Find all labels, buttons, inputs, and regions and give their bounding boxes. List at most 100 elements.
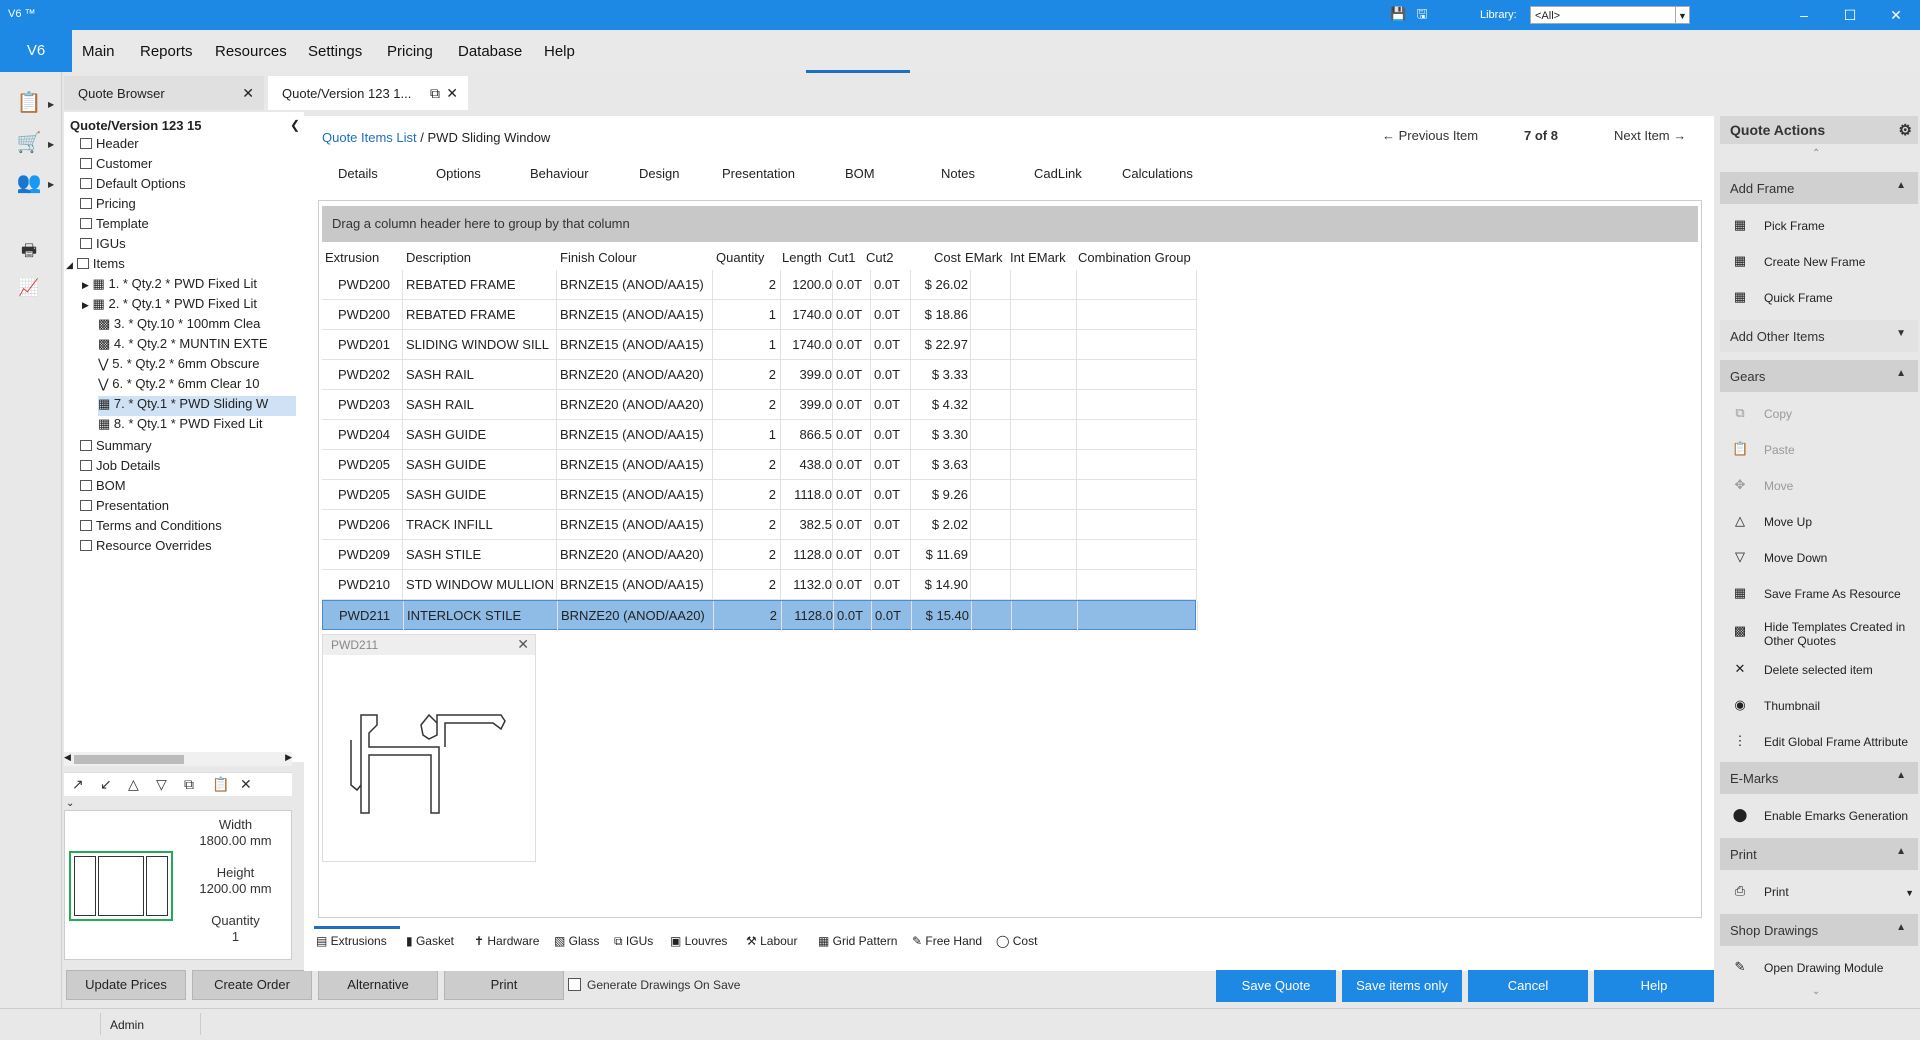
- tree-item-job-details[interactable]: Job Details: [80, 458, 312, 478]
- move-down-action[interactable]: ▽ Move Down: [1720, 542, 1918, 574]
- expand-icon[interactable]: ▼: [1896, 328, 1906, 339]
- tab-calculations[interactable]: Calculations: [1122, 166, 1193, 181]
- tree-child-item[interactable]: ⋁ 6. * Qty.2 * 6mm Clear 10: [98, 376, 330, 396]
- tree-child-item[interactable]: ▩ 4. * Qty.2 * MUNTIN EXTE: [98, 336, 330, 356]
- tab-cadlink[interactable]: CadLink: [1034, 166, 1082, 181]
- tab-quote-version[interactable]: Quote/Version 123 1... ⧉ ✕: [268, 76, 468, 110]
- tree-item-default-options[interactable]: Default Options: [80, 176, 312, 196]
- tab-hardware[interactable]: ✝ Hardware: [474, 934, 539, 948]
- tree-item-items[interactable]: ◢ Items: [66, 256, 298, 276]
- tree-horizontal-scrollbar[interactable]: ◀ ▶: [64, 752, 292, 766]
- expand-arrow-icon[interactable]: ▶: [48, 140, 54, 149]
- tab-igus[interactable]: ⧉ IGUs: [614, 934, 653, 949]
- move-out-icon[interactable]: ↗: [72, 776, 84, 793]
- save-quote-button[interactable]: Save Quote: [1216, 970, 1336, 1002]
- table-row[interactable]: PWD205 SASH GUIDE BRNZE15 (ANOD/AA15) 2 438.…: [322, 450, 1197, 480]
- tree-item-resource-overrides[interactable]: Resource Overrides: [80, 538, 312, 558]
- tab-options[interactable]: Options: [436, 166, 481, 181]
- open-drawing-module-action[interactable]: ✎ Open Drawing Module: [1720, 952, 1918, 984]
- tab-glass[interactable]: ▧ Glass: [554, 934, 599, 948]
- close-window-button[interactable]: ✕: [1886, 6, 1906, 24]
- expand-arrow-icon[interactable]: ▶: [48, 180, 54, 189]
- scroll-left-icon[interactable]: ◀: [64, 752, 71, 763]
- help-button[interactable]: Help: [1594, 970, 1714, 1002]
- menu-database[interactable]: Database: [458, 43, 522, 60]
- edit-global-attribute-action[interactable]: ⋮ Edit Global Frame Attribute: [1720, 726, 1918, 758]
- tab-design[interactable]: Design: [639, 166, 679, 181]
- table-row[interactable]: PWD203 SASH RAIL BRNZE20 (ANOD/AA20) 2 399.0…: [322, 390, 1197, 420]
- alternative-button[interactable]: Alternative: [318, 970, 438, 1000]
- move-action[interactable]: ✥ Move: [1720, 470, 1918, 502]
- expand-arrow-icon[interactable]: ▶: [48, 100, 54, 109]
- menu-resources[interactable]: Resources: [215, 43, 287, 60]
- printer-icon[interactable]: 🖶: [14, 238, 44, 266]
- menu-main[interactable]: Main: [82, 43, 115, 60]
- section-add-other-items[interactable]: Add Other Items ▼: [1720, 320, 1918, 352]
- gear-icon[interactable]: ⚙: [1899, 121, 1912, 139]
- tree-child-item-selected[interactable]: ▦ 7. * Qty.1 * PWD Sliding W: [98, 396, 296, 416]
- group-by-bar[interactable]: Drag a column header here to group by th…: [322, 206, 1698, 242]
- menu-help[interactable]: Help: [544, 43, 575, 60]
- table-row[interactable]: PWD205 SASH GUIDE BRNZE15 (ANOD/AA15) 2 1118…: [322, 480, 1197, 510]
- create-order-button[interactable]: Create Order: [192, 970, 312, 1000]
- move-in-icon[interactable]: ↙: [100, 776, 112, 793]
- table-row[interactable]: PWD200 REBATED FRAME BRNZE15 (ANOD/AA15) 1 1…: [322, 300, 1197, 330]
- table-row[interactable]: PWD209 SASH STILE BRNZE20 (ANOD/AA20) 2 1128…: [322, 540, 1197, 570]
- close-icon[interactable]: ✕: [517, 636, 529, 653]
- save-frame-resource-action[interactable]: ▦ Save Frame As Resource: [1720, 578, 1918, 610]
- tab-extrusions[interactable]: ▤ Extrusions: [316, 934, 387, 948]
- tab-notes[interactable]: Notes: [941, 166, 975, 181]
- breadcrumb-link[interactable]: Quote Items List: [322, 130, 417, 145]
- section-gears[interactable]: Gears ▲: [1720, 360, 1918, 392]
- tab-grid-pattern[interactable]: ▦ Grid Pattern: [818, 934, 897, 948]
- tab-presentation[interactable]: Presentation: [722, 166, 795, 181]
- expanded-arrow-icon[interactable]: ◢: [66, 260, 73, 270]
- collapse-icon[interactable]: ▲: [1896, 368, 1906, 379]
- tab-bom[interactable]: BOM: [845, 166, 875, 181]
- collapse-icon[interactable]: ▲: [1896, 180, 1906, 191]
- detach-icon[interactable]: ⧉: [430, 85, 440, 102]
- table-row[interactable]: PWD202 SASH RAIL BRNZE20 (ANOD/AA20) 2 399.0…: [322, 360, 1197, 390]
- generate-drawings-checkbox[interactable]: Generate Drawings On Save: [568, 978, 740, 992]
- tree-child-item[interactable]: ⋁ 5. * Qty.2 * 6mm Obscure: [98, 356, 330, 376]
- close-icon[interactable]: ✕: [242, 85, 254, 102]
- tree-item-igus[interactable]: IGUs: [80, 236, 312, 256]
- maximize-button[interactable]: ☐: [1840, 6, 1860, 24]
- section-shop-drawings[interactable]: Shop Drawings ▲: [1720, 914, 1918, 946]
- tree-child-item[interactable]: ▶ ▦ 2. * Qty.1 * PWD Fixed Lit: [82, 296, 314, 316]
- report-icon[interactable]: 📈: [14, 278, 44, 306]
- delete-icon[interactable]: ✕: [240, 776, 252, 793]
- table-row[interactable]: PWD201 SLIDING WINDOW SILL BRNZE15 (ANOD/A…: [322, 330, 1197, 360]
- tree-item-presentation[interactable]: Presentation: [80, 498, 312, 518]
- chevron-down-icon[interactable]: ⌄: [66, 798, 74, 809]
- print-action[interactable]: ⎙ Print ▼: [1720, 876, 1918, 908]
- pick-frame-action[interactable]: ▦ Pick Frame: [1720, 210, 1918, 242]
- copy-action[interactable]: ⧉ Copy: [1720, 398, 1918, 430]
- collapse-left-icon[interactable]: ❮: [290, 118, 300, 132]
- move-up-icon[interactable]: △: [128, 776, 139, 793]
- delete-selected-action[interactable]: ✕ Delete selected item: [1720, 654, 1918, 686]
- close-icon[interactable]: ✕: [446, 85, 458, 102]
- expand-arrow-icon[interactable]: ▶: [82, 280, 89, 290]
- save-as-icon[interactable]: 🖫: [1414, 6, 1430, 22]
- save-icon[interactable]: 💾: [1390, 6, 1406, 22]
- move-up-action[interactable]: △ Move Up: [1720, 506, 1918, 538]
- tab-behaviour[interactable]: Behaviour: [530, 166, 589, 181]
- move-down-icon[interactable]: ▽: [156, 776, 167, 793]
- tree-item-template[interactable]: Template: [80, 216, 312, 236]
- tab-labour[interactable]: ⚒ Labour: [746, 934, 797, 948]
- print-button[interactable]: Print: [444, 970, 564, 1000]
- hide-templates-action[interactable]: ▩ Hide Templates Created in Other Quotes: [1720, 616, 1918, 652]
- tree-child-item[interactable]: ▦ 8. * Qty.1 * PWD Fixed Lit: [98, 416, 330, 436]
- tree-child-item[interactable]: ▩ 3. * Qty.10 * 100mm Clea: [98, 316, 330, 336]
- save-items-only-button[interactable]: Save items only: [1342, 970, 1462, 1002]
- tree-child-item[interactable]: ▶ ▦ 1. * Qty.2 * PWD Fixed Lit: [82, 276, 314, 296]
- tab-details[interactable]: Details: [338, 166, 378, 181]
- scroll-right-icon[interactable]: ▶: [285, 752, 292, 763]
- users-icon[interactable]: 👥: [14, 170, 44, 198]
- table-row[interactable]: PWD204 SASH GUIDE BRNZE15 (ANOD/AA15) 1 866.…: [322, 420, 1197, 450]
- menu-pricing[interactable]: Pricing: [387, 43, 433, 60]
- collapse-icon[interactable]: ▲: [1896, 846, 1906, 857]
- tree-item-bom[interactable]: BOM: [80, 478, 312, 498]
- previous-item-button[interactable]: ← Previous Item: [1382, 128, 1478, 143]
